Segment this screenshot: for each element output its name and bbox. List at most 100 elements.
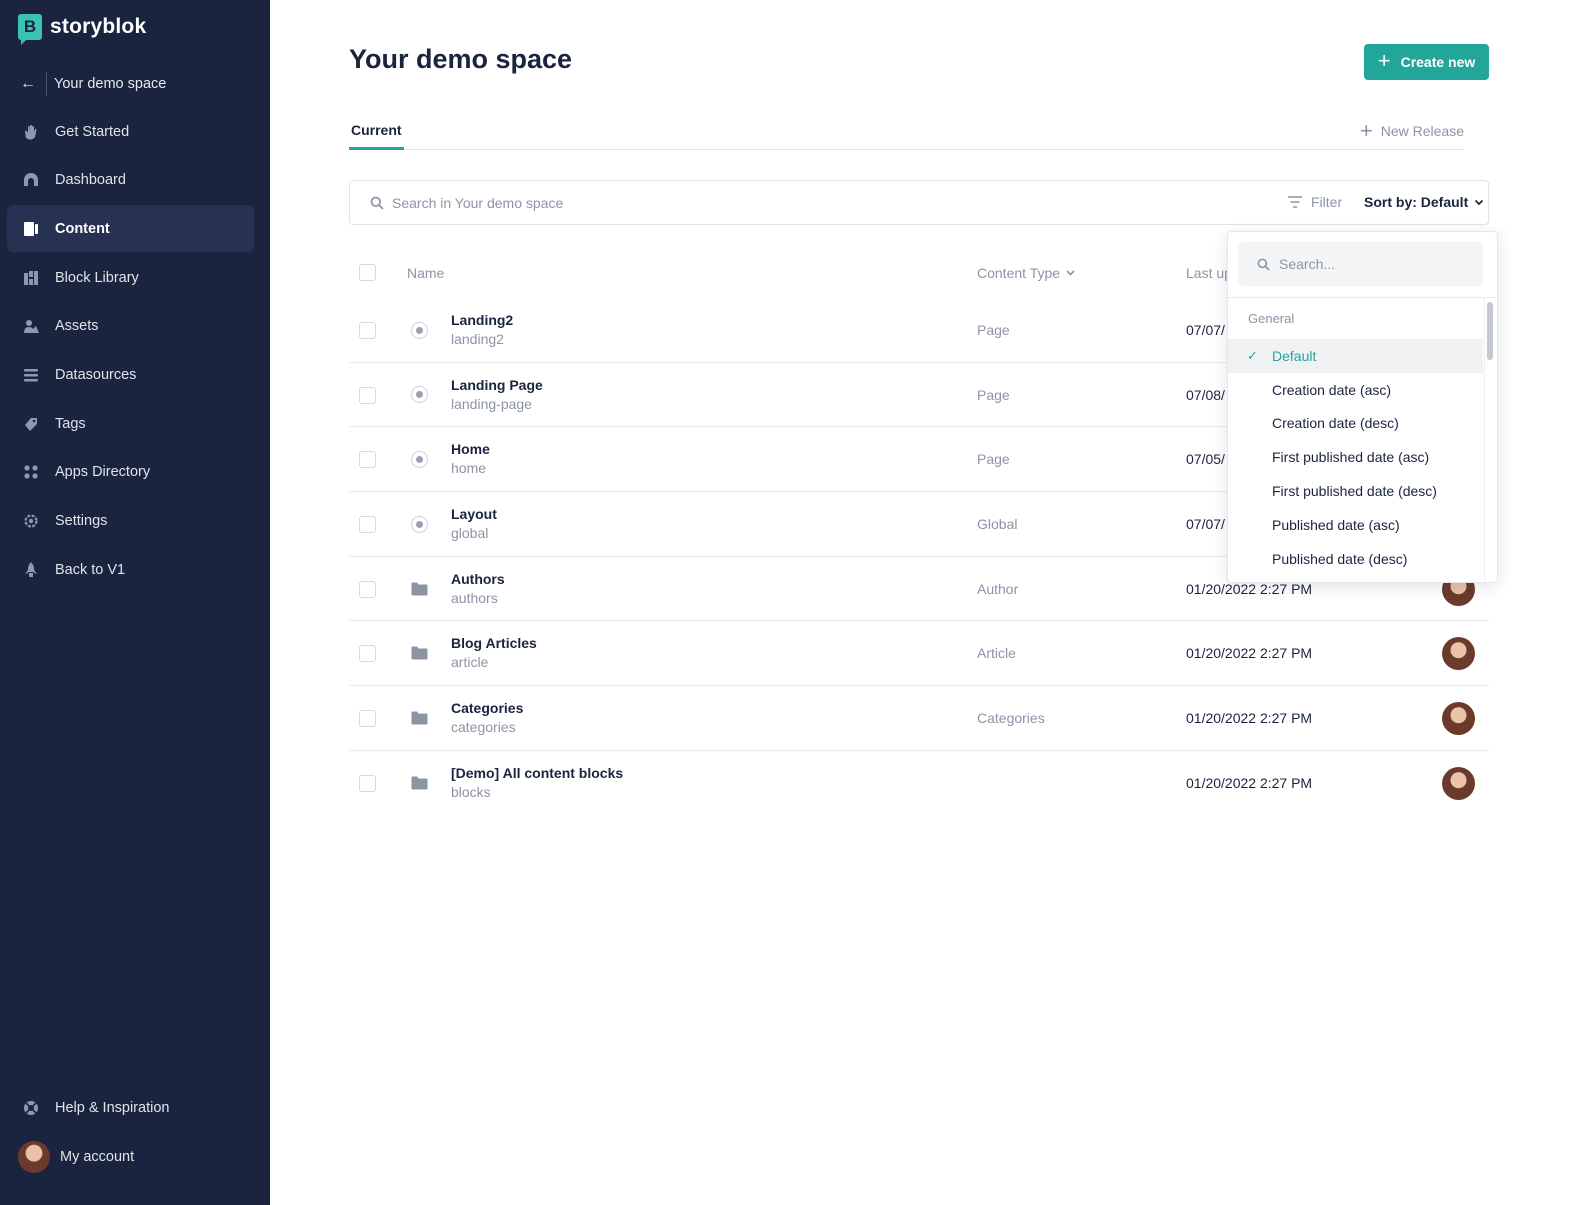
sort-search-input[interactable] <box>1279 256 1469 272</box>
brand-logo[interactable]: B storyblok <box>18 14 147 45</box>
row-date: 07/08/ <box>1186 386 1225 403</box>
row-checkbox[interactable] <box>359 516 376 534</box>
chevron-down-icon <box>1475 199 1484 205</box>
sort-option-label: Creation date (desc) <box>1272 415 1399 432</box>
sort-search-field <box>1238 242 1483 286</box>
sidebar-item-label: Get Started <box>55 123 130 140</box>
row-checkbox[interactable] <box>359 580 376 598</box>
row-name[interactable]: Landing Page <box>451 377 543 393</box>
row-name[interactable]: Home <box>451 441 490 457</box>
back-label: Your demo space <box>54 76 167 92</box>
sort-option-first-published-asc[interactable]: First published date (asc) <box>1228 440 1483 474</box>
sidebar: B storyblok ← Your demo space Get Starte… <box>0 0 270 1205</box>
sidebar-help: Help & Inspiration <box>7 1084 254 1133</box>
row-name[interactable]: Authors <box>451 571 505 587</box>
page-title: Your demo space <box>349 44 573 74</box>
sort-option-label: Published date (desc) <box>1272 550 1408 567</box>
sidebar-item-label: Content <box>55 220 110 237</box>
hand-wave-icon <box>21 122 41 142</box>
sidebar-item-label: Datasources <box>55 366 137 383</box>
sidebar-item-settings[interactable]: Settings <box>7 498 254 545</box>
sidebar-item-back-to-v1[interactable]: Back to V1 <box>7 546 254 593</box>
sidebar-nav: Get Started Dashboard Content Block Libr… <box>7 108 254 595</box>
sort-option-creation-asc[interactable]: Creation date (asc) <box>1228 373 1483 407</box>
arrow-left-icon: ← <box>20 75 36 92</box>
sidebar-item-apps-directory[interactable]: Apps Directory <box>7 449 254 496</box>
sort-dropdown-toggle[interactable]: Sort by: Default <box>1364 194 1484 210</box>
sort-option-published-asc[interactable]: Published date (asc) <box>1228 508 1483 542</box>
table-row[interactable]: Categories categories Categories 01/20/2… <box>349 686 1489 751</box>
table-row[interactable]: [Demo] All content blocks blocks 01/20/2… <box>349 751 1489 816</box>
brand-name: storyblok <box>50 15 147 38</box>
storyblok-logo-icon: B <box>18 14 42 45</box>
release-tabs: Current + New Release <box>349 112 1464 150</box>
sidebar-item-block-library[interactable]: Block Library <box>7 254 254 301</box>
dashboard-gauge-icon <box>21 170 41 190</box>
avatar <box>1442 702 1475 736</box>
sort-option-published-desc[interactable]: Published date (desc) <box>1228 542 1483 576</box>
sidebar-item-label: Dashboard <box>55 172 126 189</box>
row-checkbox[interactable] <box>359 710 376 728</box>
sidebar-item-my-account[interactable]: My account <box>7 1133 254 1180</box>
row-name[interactable]: Layout <box>451 506 497 522</box>
sidebar-item-datasources[interactable]: Datasources <box>7 351 254 398</box>
folder-icon <box>410 580 428 598</box>
row-checkbox[interactable] <box>359 645 376 663</box>
sort-options-list: ✓ Default Creation date (asc) Creation d… <box>1228 339 1483 576</box>
story-icon <box>410 515 428 533</box>
sort-option-first-published-desc[interactable]: First published date (desc) <box>1228 474 1483 508</box>
filter-button[interactable]: Filter <box>1287 194 1342 210</box>
back-to-space-link[interactable]: ← Your demo space <box>20 70 166 98</box>
sidebar-item-label: Settings <box>55 513 108 529</box>
row-slug: categories <box>451 719 516 736</box>
sort-option-label: First published date (asc) <box>1272 449 1430 466</box>
column-header-last-updated[interactable]: Last up <box>1186 265 1232 281</box>
sidebar-item-label: Apps Directory <box>55 464 151 481</box>
folder-icon <box>410 709 428 727</box>
row-content-type: Global <box>977 516 1018 533</box>
tab-current[interactable]: Current <box>349 112 404 150</box>
content-icon <box>21 219 41 239</box>
story-icon <box>410 321 428 339</box>
sort-option-label: First published date (desc) <box>1272 483 1437 500</box>
select-all-checkbox[interactable] <box>359 264 376 281</box>
sidebar-item-assets[interactable]: Assets <box>7 303 254 350</box>
sidebar-item-get-started[interactable]: Get Started <box>7 108 254 155</box>
divider <box>46 72 47 96</box>
sort-label: Sort by: Default <box>1364 194 1469 210</box>
row-slug: home <box>451 460 487 477</box>
table-row[interactable]: Blog Articles article Article 01/20/2022… <box>349 621 1489 687</box>
new-release-button[interactable]: + New Release <box>1360 120 1464 142</box>
row-checkbox[interactable] <box>359 774 376 792</box>
search-icon <box>1257 258 1270 271</box>
row-checkbox[interactable] <box>359 386 376 404</box>
row-content-type: Article <box>977 645 1016 662</box>
row-name[interactable]: [Demo] All content blocks <box>451 765 623 781</box>
plus-icon: + <box>1359 118 1373 143</box>
row-content-type: Page <box>977 322 1010 338</box>
dropdown-scrollbar-thumb[interactable] <box>1487 302 1493 360</box>
column-header-content-type[interactable]: Content Type <box>977 265 1075 281</box>
sort-option-default[interactable]: ✓ Default <box>1228 339 1483 373</box>
column-header-label: Content Type <box>977 265 1061 281</box>
search-input[interactable] <box>392 194 1252 211</box>
datasources-icon <box>21 365 41 385</box>
tag-icon <box>21 414 41 434</box>
sidebar-item-content[interactable]: Content <box>7 205 254 253</box>
sidebar-item-dashboard[interactable]: Dashboard <box>7 157 254 204</box>
column-header-name[interactable]: Name <box>407 265 444 281</box>
create-new-button[interactable]: + Create new <box>1364 44 1489 80</box>
row-name[interactable]: Blog Articles <box>451 635 537 651</box>
row-checkbox[interactable] <box>359 451 376 469</box>
sidebar-item-tags[interactable]: Tags <box>7 400 254 447</box>
row-name[interactable]: Landing2 <box>451 312 513 328</box>
folder-icon <box>410 774 428 792</box>
row-name[interactable]: Categories <box>451 700 523 716</box>
sidebar-item-label: Tags <box>55 415 86 432</box>
sidebar-item-help[interactable]: Help & Inspiration <box>7 1084 254 1131</box>
sidebar-item-label: Block Library <box>55 269 139 286</box>
chevron-down-icon <box>1066 270 1075 276</box>
sort-option-creation-desc[interactable]: Creation date (desc) <box>1228 407 1483 441</box>
content-search-bar: Filter Sort by: Default <box>349 180 1489 225</box>
row-checkbox[interactable] <box>359 322 376 339</box>
